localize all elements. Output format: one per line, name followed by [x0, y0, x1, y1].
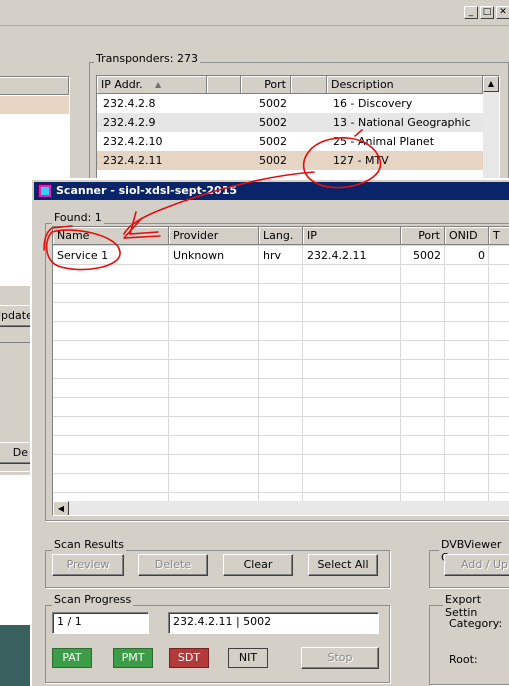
service-provider: Unknown	[173, 249, 225, 262]
root-label: Root:	[449, 653, 478, 666]
row-port: 5002	[259, 154, 287, 167]
transponders-table: IP Addr. ▲ Port Description ▲ 232.4.2.8 …	[96, 75, 500, 185]
col-spacer[interactable]	[207, 76, 241, 94]
col-ip-addr[interactable]: IP Addr. ▲	[97, 76, 207, 94]
table-row-selected[interactable]: 232.4.2.11 5002 127 - MTV	[97, 151, 483, 170]
select-all-button[interactable]: Select All	[308, 554, 378, 576]
category-label: Category:	[449, 617, 503, 630]
service-ip: 232.4.2.11	[307, 249, 367, 262]
col-port[interactable]: Port	[241, 76, 291, 94]
services-table: Name Provider Lang. IP Port ONID T Servi…	[52, 226, 509, 516]
left-list-selected-row	[0, 96, 69, 114]
row-desc: 16 - Discovery	[333, 97, 413, 110]
row-port: 5002	[259, 116, 287, 129]
progress-count-field: 1 / 1	[52, 612, 149, 634]
row-ip: 232.4.2.8	[103, 97, 156, 110]
col-lang[interactable]: Lang.	[259, 227, 303, 245]
scanner-dialog: Scanner - siol-xdsl-sept-2015 Found: 1 N…	[30, 178, 509, 686]
service-name: Service 1	[57, 249, 109, 262]
transponders-label: Transponders: 273	[94, 52, 200, 65]
col-provider[interactable]: Provider	[169, 227, 259, 245]
scan-progress-label: Scan Progress	[52, 593, 134, 606]
found-label: Found: 1	[52, 211, 104, 224]
delete-button[interactable]: Delete	[138, 554, 208, 576]
services-h-scrollbar[interactable]: ◀	[53, 501, 509, 515]
service-onid: 0	[478, 249, 485, 262]
table-row[interactable]: 232.4.2.10 5002 25 - Animal Planet	[97, 132, 483, 151]
row-ip: 232.4.2.10	[103, 135, 163, 148]
progress-current-field: 232.4.2.11 | 5002	[168, 612, 379, 634]
table-row[interactable]: 232.4.2.8 5002 16 - Discovery	[97, 94, 483, 113]
row-ip: 232.4.2.9	[103, 116, 156, 129]
service-lang: hrv	[263, 249, 282, 262]
scanner-title: Scanner - siol-xdsl-sept-2015	[56, 184, 238, 197]
pat-indicator: PAT	[52, 648, 92, 668]
pmt-indicator: PMT	[113, 648, 153, 668]
row-desc: 13 - National Geographic	[333, 116, 471, 129]
col-t[interactable]: T	[489, 227, 509, 245]
col-description[interactable]: Description	[327, 76, 483, 94]
nit-indicator: NIT	[228, 648, 268, 668]
scanner-title-bar[interactable]: Scanner - siol-xdsl-sept-2015	[34, 182, 509, 200]
row-port: 5002	[259, 97, 287, 110]
col-onid[interactable]: ONID	[445, 227, 489, 245]
col-blank[interactable]	[291, 76, 327, 94]
sort-asc-icon: ▲	[155, 80, 162, 89]
de-button[interactable]: De	[0, 442, 32, 464]
add-update-button[interactable]: Add / Up	[444, 554, 509, 576]
left-panel-teal	[0, 625, 30, 686]
export-label: Export Settin	[443, 593, 509, 619]
transponders-scrollbar[interactable]: ▲	[483, 76, 499, 184]
app-icon	[38, 184, 52, 198]
col-ip[interactable]: IP	[303, 227, 401, 245]
scroll-left-icon[interactable]: ◀	[53, 501, 69, 515]
preview-button[interactable]: Preview	[52, 554, 124, 576]
service-row[interactable]: Service 1 Unknown hrv 232.4.2.11 5002 0	[53, 246, 509, 265]
close-icon[interactable]: ✕	[496, 6, 509, 19]
grid	[53, 245, 509, 501]
scroll-up-icon[interactable]: ▲	[483, 76, 499, 92]
left-list-header[interactable]	[0, 77, 69, 95]
scan-results-label: Scan Results	[52, 538, 126, 551]
col-name[interactable]: Name	[53, 227, 169, 245]
service-port: 5002	[413, 249, 441, 262]
row-desc: 25 - Animal Planet	[333, 135, 435, 148]
minimize-icon[interactable]: _	[464, 6, 478, 19]
row-desc: 127 - MTV	[333, 154, 389, 167]
row-port: 5002	[259, 135, 287, 148]
table-row[interactable]: 232.4.2.9 5002 13 - National Geographic	[97, 113, 483, 132]
clear-button[interactable]: Clear	[223, 554, 293, 576]
main-title-bar	[0, 0, 509, 26]
left-panel-white	[0, 475, 30, 625]
update-button[interactable]: Update	[0, 305, 34, 327]
stop-button[interactable]: Stop	[301, 647, 379, 669]
sdt-indicator: SDT	[169, 648, 209, 668]
col-port[interactable]: Port	[401, 227, 445, 245]
row-ip: 232.4.2.11	[103, 154, 163, 167]
maximize-icon[interactable]: □	[480, 6, 494, 19]
